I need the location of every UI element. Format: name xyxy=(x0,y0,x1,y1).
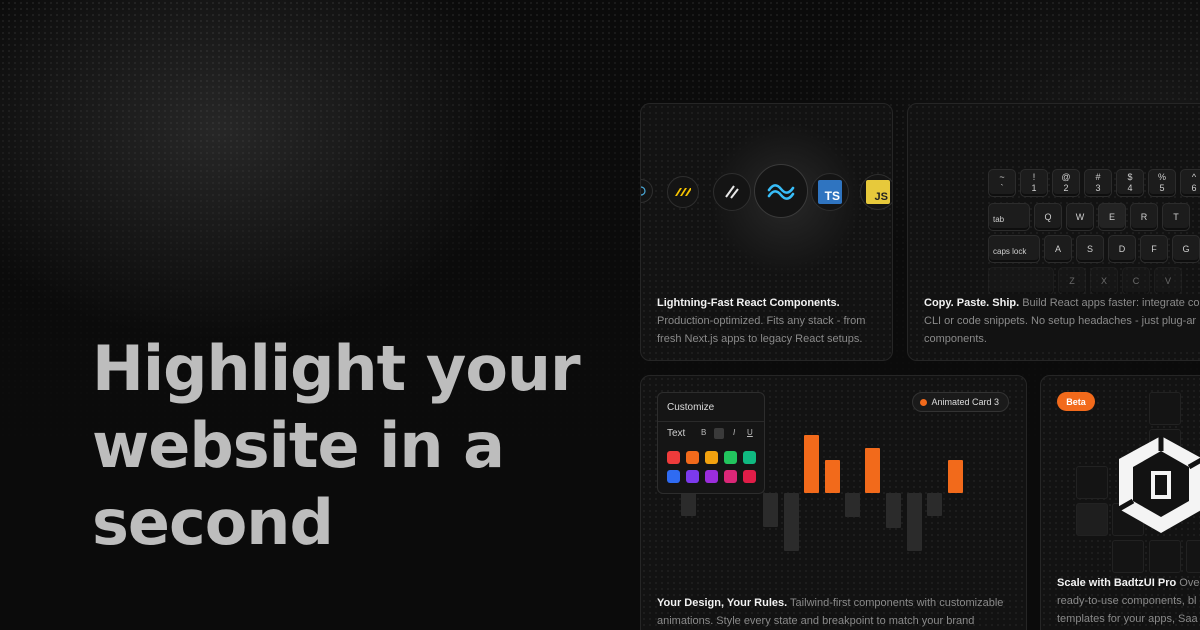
headline-line-3: second xyxy=(92,486,334,559)
key-r: R xyxy=(1130,203,1158,231)
animated-bar xyxy=(907,493,922,551)
key-z: Z xyxy=(1058,267,1086,295)
design-description: Your Design, Your Rules. Tailwind-first … xyxy=(657,597,1004,627)
headline-line-2: website in a xyxy=(92,409,505,482)
pro-card[interactable]: Beta Scale with BadtzUI Pro Ove ready-to… xyxy=(1040,375,1200,630)
pro-description: Scale with BadtzUI Pro Ove ready-to-use … xyxy=(1057,577,1200,625)
color-swatch[interactable] xyxy=(724,470,737,483)
key-tab: tab xyxy=(988,203,1030,231)
components-title: Lightning-Fast React Components. xyxy=(657,297,840,309)
divider xyxy=(658,421,764,422)
key-4: $4 xyxy=(1116,169,1144,197)
color-swatch[interactable] xyxy=(667,470,680,483)
headline-line-1: Highlight your xyxy=(92,332,581,405)
italic-button[interactable]: I xyxy=(733,428,735,437)
key-x: X xyxy=(1090,267,1118,295)
key-f: F xyxy=(1140,235,1168,263)
animated-bar xyxy=(681,493,696,516)
key-t: T xyxy=(1162,203,1190,231)
key-caps-lock: caps lock xyxy=(988,235,1040,263)
components-card[interactable]: TS JS Lightning-Fast React Components. P… xyxy=(640,103,893,361)
copy-paste-description: Copy. Paste. Ship. Build React apps fast… xyxy=(924,294,1200,348)
key-w: W xyxy=(1066,203,1094,231)
js-label: JS xyxy=(866,180,890,204)
copy-paste-title: Copy. Paste. Ship. xyxy=(924,297,1020,309)
color-swatch[interactable] xyxy=(705,451,718,464)
key-3: #3 xyxy=(1084,169,1112,197)
color-swatch[interactable] xyxy=(667,451,680,464)
color-swatch[interactable] xyxy=(743,470,756,483)
bold-button[interactable]: B xyxy=(701,428,706,437)
key-5: % 5 xyxy=(1148,169,1176,197)
key-1: ! 1 xyxy=(1020,169,1048,197)
pro-title: Scale with BadtzUI Pro xyxy=(1057,577,1177,589)
animated-bar xyxy=(763,493,778,527)
key-a: A xyxy=(1044,235,1072,263)
animated-bar xyxy=(825,460,840,493)
key-g: G xyxy=(1172,235,1200,263)
beta-badge: Beta xyxy=(1057,392,1095,411)
color-swatch[interactable] xyxy=(705,470,718,483)
color-swatch[interactable] xyxy=(686,451,699,464)
animated-bar xyxy=(886,493,901,528)
animated-bar xyxy=(927,493,942,516)
key-d: D xyxy=(1108,235,1136,263)
text-label: Text xyxy=(667,428,686,439)
design-card[interactable]: Customize Text B I U Animated Card 3 You… xyxy=(640,375,1027,630)
animated-bar xyxy=(865,448,880,493)
color-swatch[interactable] xyxy=(686,470,699,483)
animated-bar xyxy=(948,460,963,493)
typescript-icon: TS xyxy=(811,173,849,211)
motion-icon xyxy=(667,176,699,208)
key-tilde: ~ ` xyxy=(988,169,1016,197)
design-title: Your Design, Your Rules. xyxy=(657,597,788,609)
javascript-icon: JS xyxy=(860,174,892,210)
key-q: Q xyxy=(1034,203,1062,231)
status-dot xyxy=(920,399,928,406)
animated-bar xyxy=(784,493,799,551)
customize-panel[interactable]: Customize Text B I U xyxy=(657,392,765,494)
color-swatch[interactable] xyxy=(743,451,756,464)
hero-headline: Highlight your website in a second xyxy=(92,330,592,561)
animated-bar xyxy=(845,493,860,517)
underline-button[interactable]: U xyxy=(747,428,753,437)
strikethrough-button[interactable] xyxy=(714,428,724,439)
tailwind-icon xyxy=(754,164,808,218)
key-v: V xyxy=(1154,267,1182,295)
key-shift xyxy=(988,267,1054,295)
key-2: @2 xyxy=(1052,169,1080,197)
ts-label: TS xyxy=(818,180,842,204)
key-c: C xyxy=(1122,267,1150,295)
animated-card-badge: Animated Card 3 xyxy=(912,392,1009,412)
animated-bar xyxy=(804,435,819,493)
key-s: S xyxy=(1076,235,1104,263)
key-6: ^ 6 xyxy=(1180,169,1200,197)
color-swatch[interactable] xyxy=(724,451,737,464)
key-e: E xyxy=(1098,203,1126,231)
copy-paste-card[interactable]: ~ ` ! 1 @2 #3 $4 % 5 ^ 6 tab Q W E R T caps … xyxy=(907,103,1200,361)
components-description: Lightning-Fast React Components. Product… xyxy=(657,297,866,345)
badtzui-logo-icon xyxy=(1117,436,1200,533)
nextjs-icon xyxy=(713,173,751,211)
customize-title: Customize xyxy=(667,402,715,413)
